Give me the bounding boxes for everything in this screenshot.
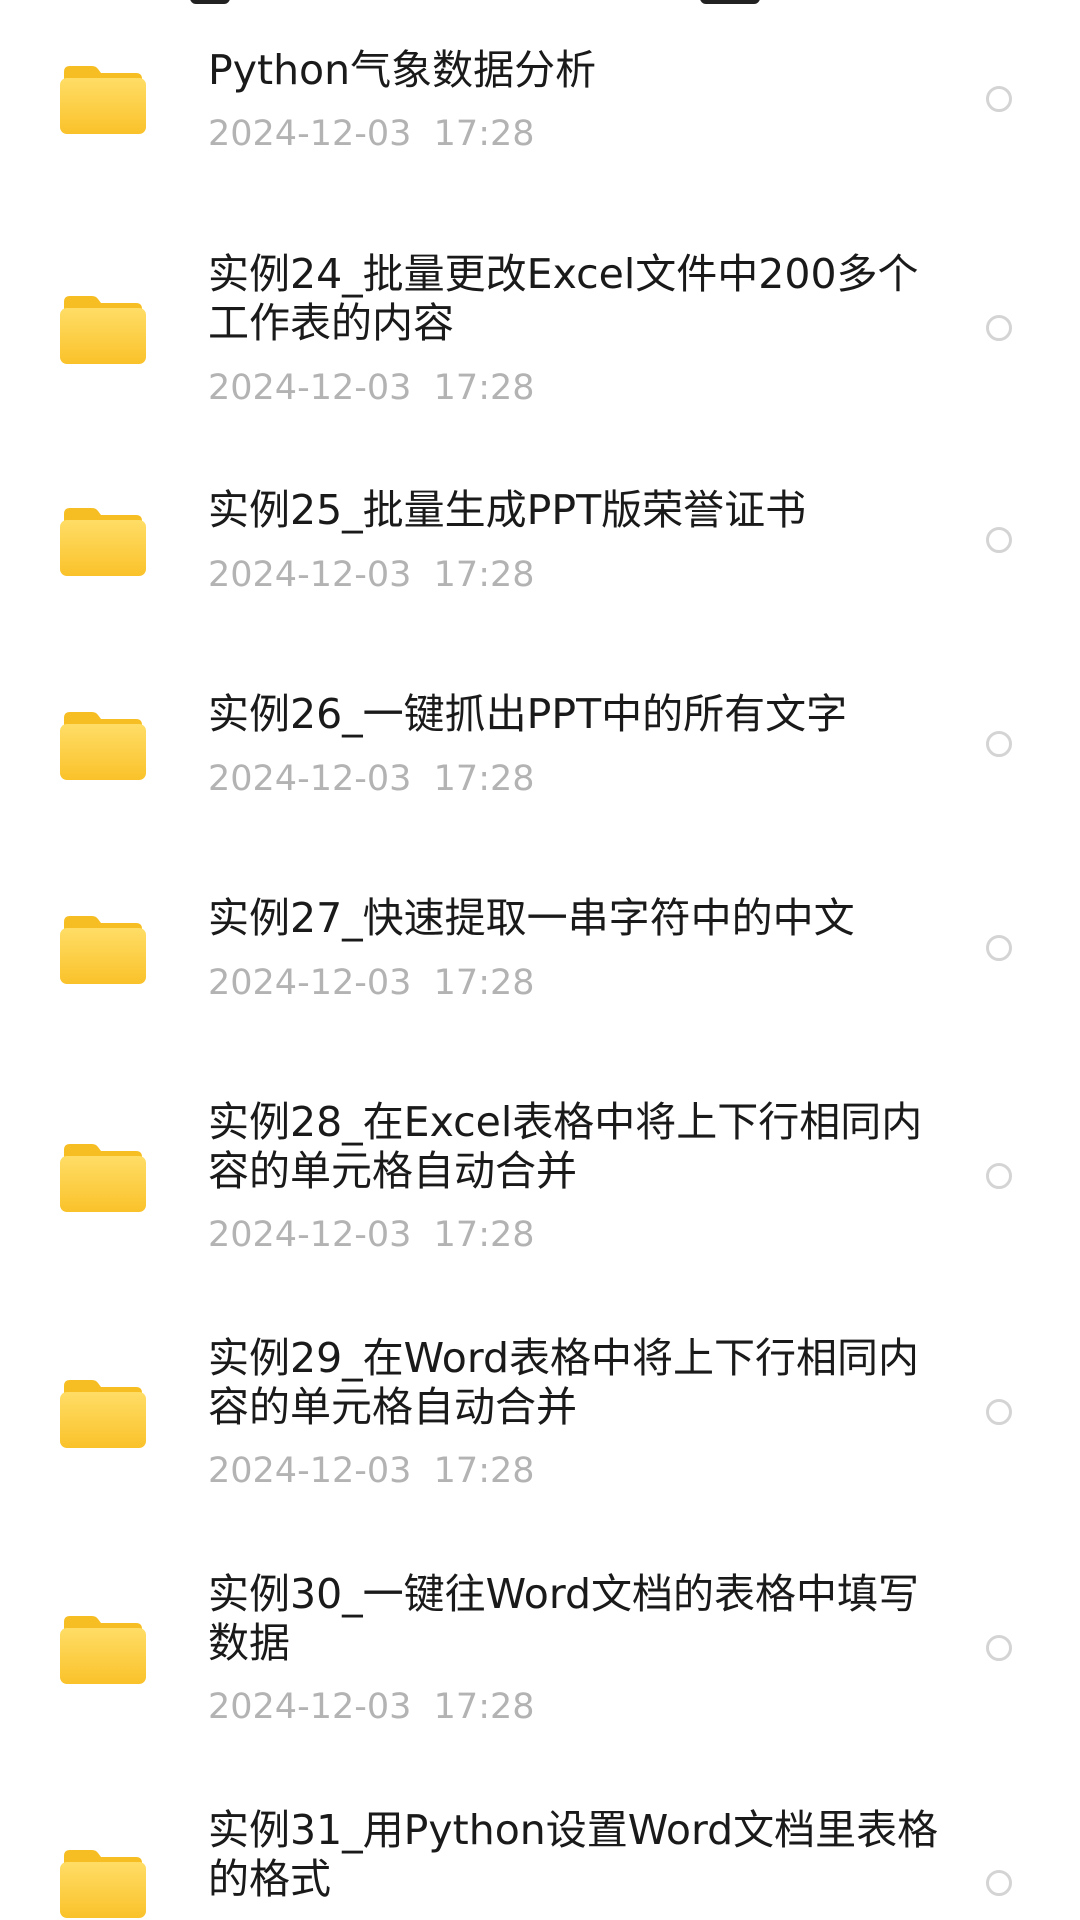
item-name: 实例30_一键往Word文档的表格中填写数据: [208, 1570, 920, 1667]
select-radio[interactable]: [986, 1399, 1012, 1425]
select-radio[interactable]: [986, 527, 1012, 553]
item-name: 实例31_用Python设置Word文档里表格的格式: [208, 1806, 939, 1903]
select-radio[interactable]: [986, 1163, 1012, 1189]
item-date: 2024-12-03 17:28: [208, 368, 535, 408]
select-radio[interactable]: [986, 1870, 1012, 1896]
select-radio[interactable]: [986, 1635, 1012, 1661]
item-date: 2024-12-03 17:28: [208, 1687, 535, 1727]
cutoff-header-fragment: [700, 0, 760, 4]
select-radio[interactable]: [986, 935, 1012, 961]
item-name: 实例29_在Word表格中将上下行相同内容的单元格自动合并: [208, 1334, 920, 1431]
folder-icon: [60, 1140, 146, 1212]
folder-icon: [60, 62, 146, 134]
item-date: 2024-12-03 17:28: [208, 1451, 535, 1491]
select-radio[interactable]: [986, 86, 1012, 112]
item-date: 2024-12-03 17:28: [208, 963, 535, 1003]
item-name: 实例24_批量更改Excel文件中200多个工作表的内容: [208, 250, 919, 347]
folder-icon: [60, 1376, 146, 1448]
folder-icon: [60, 708, 146, 780]
folder-icon: [60, 504, 146, 576]
folder-icon: [60, 292, 146, 364]
folder-icon: [60, 1846, 146, 1918]
item-name: Python气象数据分析: [208, 46, 597, 94]
cutoff-header-fragment: [190, 0, 230, 4]
select-radio[interactable]: [986, 731, 1012, 757]
item-date: 2024-12-03 17:28: [208, 1215, 535, 1255]
item-name: 实例26_一键抓出PPT中的所有文字: [208, 690, 848, 738]
item-date: 2024-12-03 17:28: [208, 759, 535, 799]
item-name: 实例28_在Excel表格中将上下行相同内容的单元格自动合并: [208, 1098, 923, 1195]
item-date: 2024-12-03 17:28: [208, 555, 535, 595]
item-name: 实例27_快速提取一串字符中的中文: [208, 894, 855, 942]
item-name: 实例25_批量生成PPT版荣誉证书: [208, 486, 807, 534]
select-radio[interactable]: [986, 315, 1012, 341]
file-list: Python气象数据分析 2024-12-03 17:28 实例24_批量更改E…: [0, 0, 1080, 1920]
folder-icon: [60, 912, 146, 984]
item-date: 2024-12-03 17:28: [208, 114, 535, 154]
folder-icon: [60, 1612, 146, 1684]
